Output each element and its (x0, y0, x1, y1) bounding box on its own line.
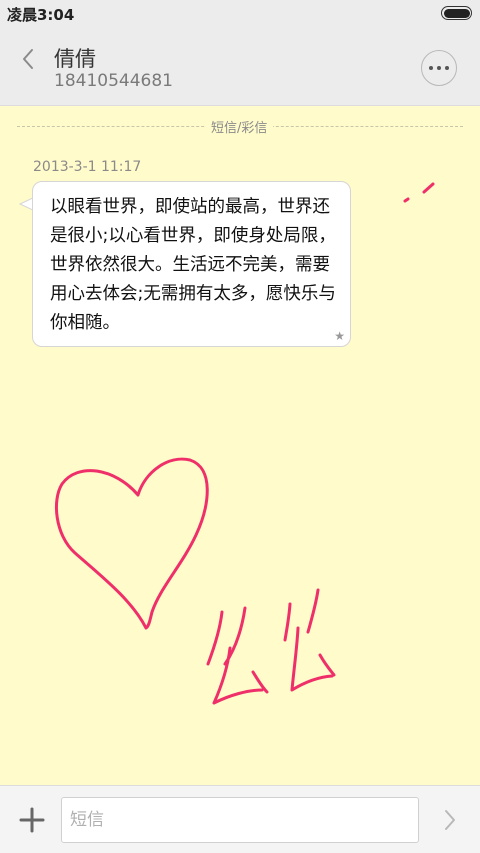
contact-name: 倩倩 (54, 47, 96, 71)
message-text: 以眼看世界，即使站的最高，世界还是很小;以心看世界，即使身处局限，世界依然很大。… (50, 197, 336, 333)
drawing-stroke (306, 588, 320, 634)
composer-bar (0, 785, 480, 853)
add-attachment-button[interactable] (18, 806, 46, 834)
chevron-right-icon (445, 810, 455, 830)
drawing-stroke (403, 197, 410, 203)
chevron-left-icon (23, 49, 33, 69)
conversation-header: 倩倩 18410544681 (0, 26, 480, 106)
message-timestamp: 2013-3-1 11:17 (33, 159, 142, 175)
star-icon[interactable]: ★ (334, 329, 345, 343)
battery-icon (441, 6, 472, 20)
more-options-button[interactable] (421, 50, 457, 86)
drawing-stroke (318, 653, 336, 677)
contact-number: 18410544681 (54, 71, 173, 91)
back-button[interactable] (14, 44, 44, 74)
heart-drawing (54, 457, 209, 630)
drawing-stroke (223, 606, 247, 666)
drawing-stroke (212, 646, 264, 705)
plus-icon (19, 807, 45, 833)
status-time: 凌晨3:04 (7, 6, 75, 24)
message-input[interactable] (61, 797, 419, 843)
send-button[interactable] (436, 806, 464, 834)
drawing-stroke (251, 670, 269, 694)
more-dots-icon (429, 66, 433, 70)
message-bubble[interactable]: 以眼看世界，即使站的最高，世界还是很小;以心看世界，即使身处局限，世界依然很大。… (32, 181, 351, 347)
drawing-stroke (290, 626, 334, 692)
drawing-stroke (422, 182, 435, 194)
drawing-stroke (206, 610, 224, 666)
message-type-label: 短信/彩信 (205, 117, 274, 136)
status-bar: 凌晨3:04 (0, 0, 480, 26)
drawing-stroke (283, 602, 292, 642)
